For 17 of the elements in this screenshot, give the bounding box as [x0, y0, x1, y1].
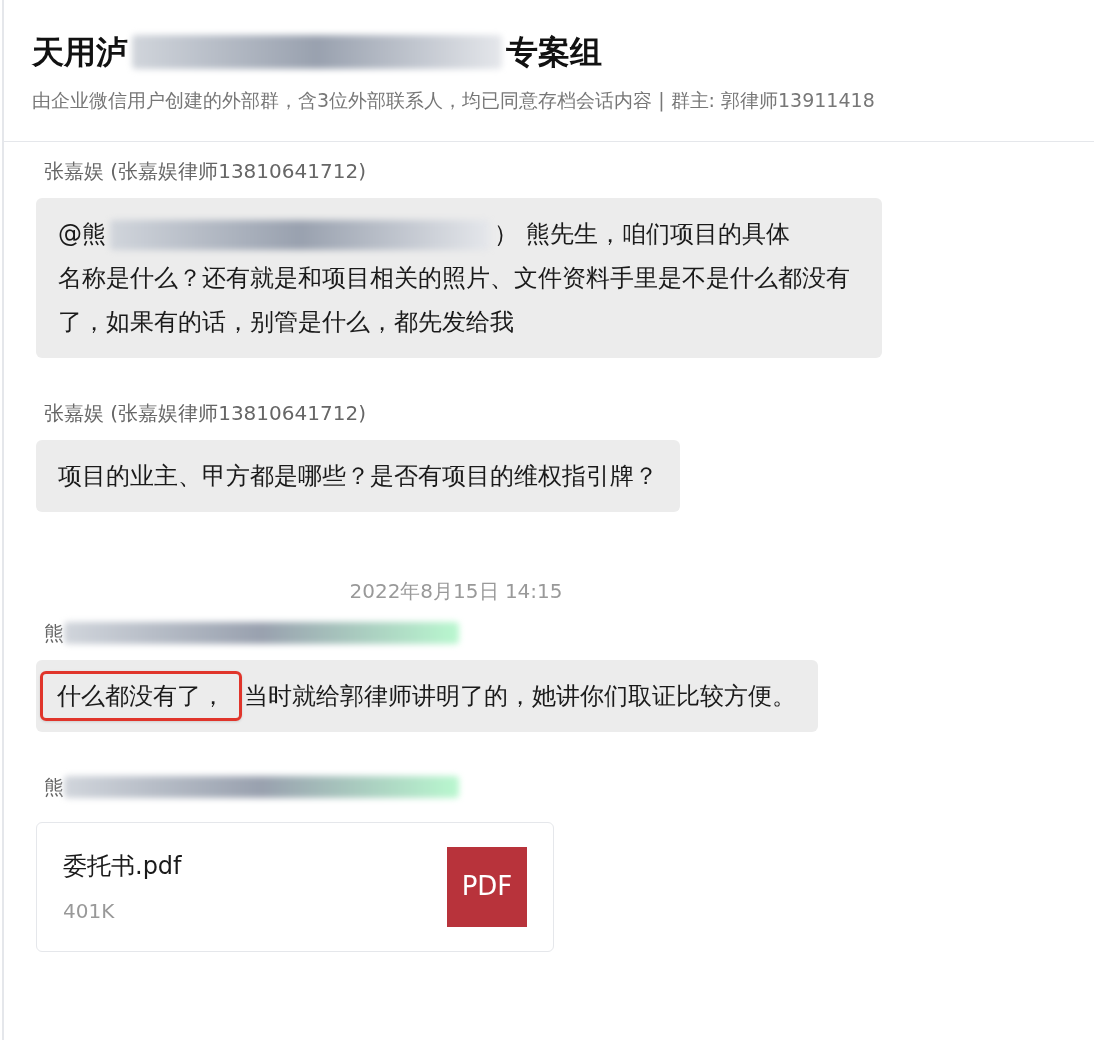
sender-name: 张嘉娱 (张嘉娱律师13810641712)	[44, 399, 366, 427]
sender-name: 张嘉娱 (张嘉娱律师13810641712)	[44, 157, 366, 185]
message-text: 名称是什么？还有就是和项目相关的照片、文件资料手里是不是什么都没有了，如果有的话，别管是什么，都先发给我	[58, 263, 850, 336]
sender-name: 熊	[44, 619, 64, 647]
sender-name: 熊	[44, 773, 64, 801]
message-text: @熊	[58, 219, 106, 248]
file-size: 401K	[63, 897, 116, 925]
message-text: ） 熊先生，咱们项目的具体	[494, 219, 790, 248]
pdf-icon: PDF	[447, 846, 527, 927]
title-text: 天用泸	[32, 32, 128, 73]
message-text: 项目的业主、甲方都是哪些？是否有项目的维权指引牌？	[58, 461, 658, 490]
message-text: 当时就给郭律师讲明了的，她讲你们取证比较方便。	[244, 681, 796, 710]
group-description: 由企业微信用户创建的外部群，含3位外部联系人，均已同意存档会话内容 | 群主: 郭律师13911418	[32, 88, 876, 114]
highlight-box: 什么都没有了，	[40, 670, 242, 721]
timestamp: 2022年8月15日 14:15	[349, 577, 563, 605]
file-name: 委托书.pdf	[63, 850, 182, 882]
title-text: 专案组	[506, 32, 602, 73]
